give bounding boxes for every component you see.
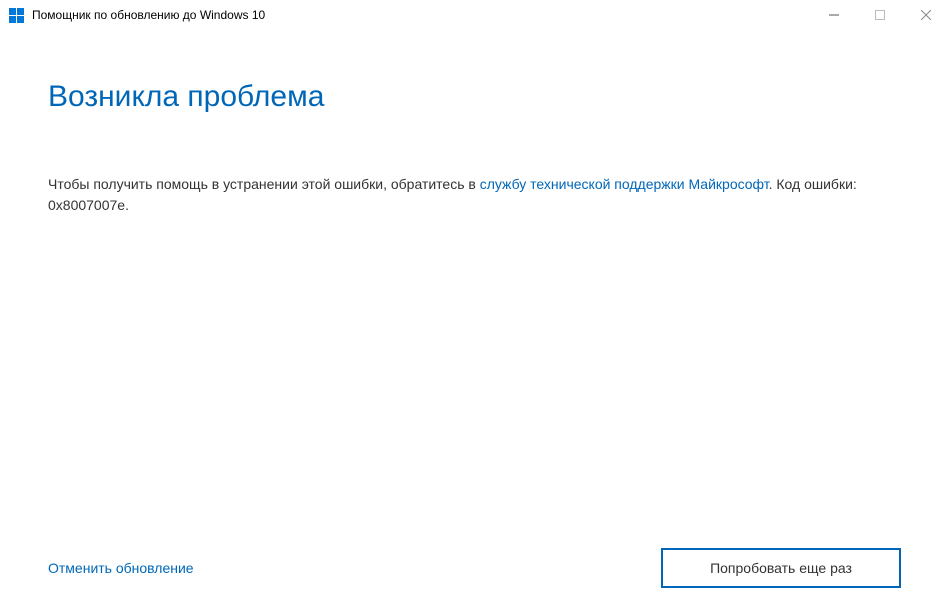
close-button[interactable] (903, 0, 949, 30)
page-heading: Возникла проблема (48, 80, 901, 114)
cancel-update-link[interactable]: Отменить обновление (48, 560, 194, 576)
maximize-button[interactable] (857, 0, 903, 30)
minimize-button[interactable] (811, 0, 857, 30)
window-title: Помощник по обновлению до Windows 10 (32, 8, 811, 22)
titlebar: Помощник по обновлению до Windows 10 (0, 0, 949, 30)
support-link[interactable]: службу технической поддержки Майкрософт (480, 176, 769, 192)
main-content: Возникла проблема Чтобы получить помощь … (0, 30, 949, 216)
error-message: Чтобы получить помощь в устранении этой … (48, 174, 901, 216)
error-text-prefix: Чтобы получить помощь в устранении этой … (48, 176, 480, 192)
windows-logo-icon (8, 7, 24, 23)
footer: Отменить обновление Попробовать еще раз (48, 548, 901, 588)
window-controls (811, 0, 949, 30)
retry-button[interactable]: Попробовать еще раз (661, 548, 901, 588)
